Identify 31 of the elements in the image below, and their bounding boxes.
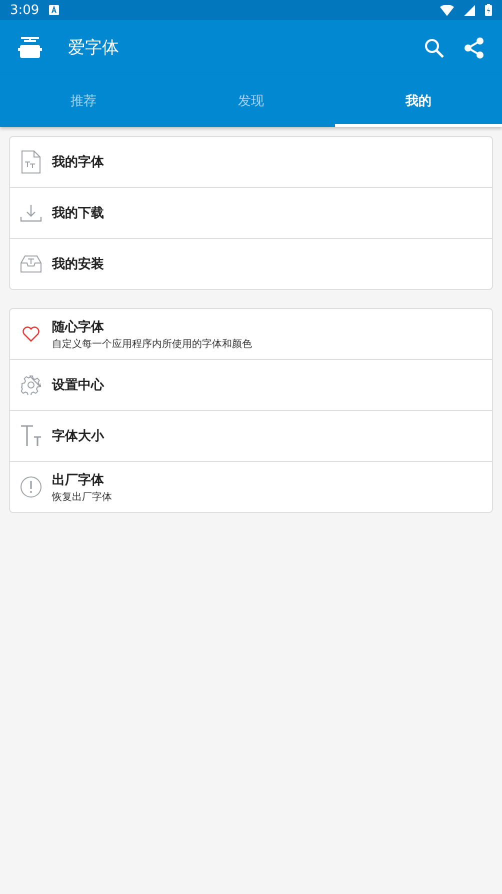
menu-item[interactable]: 字体大小 bbox=[10, 410, 492, 461]
status-time: 3:09 bbox=[10, 2, 40, 18]
menu-item-title: 字体大小 bbox=[52, 428, 104, 445]
menu-item[interactable]: 我的下载 bbox=[10, 187, 492, 238]
battery-icon bbox=[485, 4, 492, 16]
settings-icon bbox=[21, 375, 41, 395]
menu-item-title: 我的安装 bbox=[52, 256, 104, 273]
menu-item-title: 我的字体 bbox=[52, 154, 104, 171]
tab[interactable]: 我的 bbox=[334, 75, 502, 127]
menu-item[interactable]: 随心字体 自定义每一个应用程序内所使用的字体和颜色 bbox=[10, 309, 492, 359]
heart-icon bbox=[22, 326, 40, 342]
signal-icon bbox=[464, 4, 475, 16]
menu-item-subtitle: 自定义每一个应用程序内所使用的字体和颜色 bbox=[52, 338, 252, 350]
alert-icon bbox=[20, 476, 42, 498]
menu-item-title: 我的下载 bbox=[52, 205, 104, 222]
menu-item[interactable]: 我的安装 bbox=[10, 238, 492, 289]
menu-item[interactable]: 出厂字体 恢复出厂字体 bbox=[10, 461, 492, 512]
menu-item[interactable]: 我的字体 bbox=[10, 137, 492, 187]
menu-item-title: 出厂字体 bbox=[52, 472, 105, 488]
tray-icon bbox=[20, 254, 42, 274]
wifi-icon bbox=[440, 4, 454, 16]
menu-item[interactable]: 设置中心 bbox=[10, 359, 492, 410]
menu-item-subtitle: 恢复出厂字体 bbox=[52, 490, 112, 504]
text-size-icon bbox=[20, 424, 42, 448]
menu-item-title: 设置中心 bbox=[52, 376, 104, 394]
notification-icon bbox=[49, 5, 60, 15]
download-icon bbox=[20, 203, 42, 223]
app-logo-icon bbox=[18, 36, 42, 60]
menu-item-title: 随心字体 bbox=[52, 318, 105, 336]
app-title: 爱字体 bbox=[68, 37, 119, 59]
font-file-icon bbox=[21, 150, 41, 174]
